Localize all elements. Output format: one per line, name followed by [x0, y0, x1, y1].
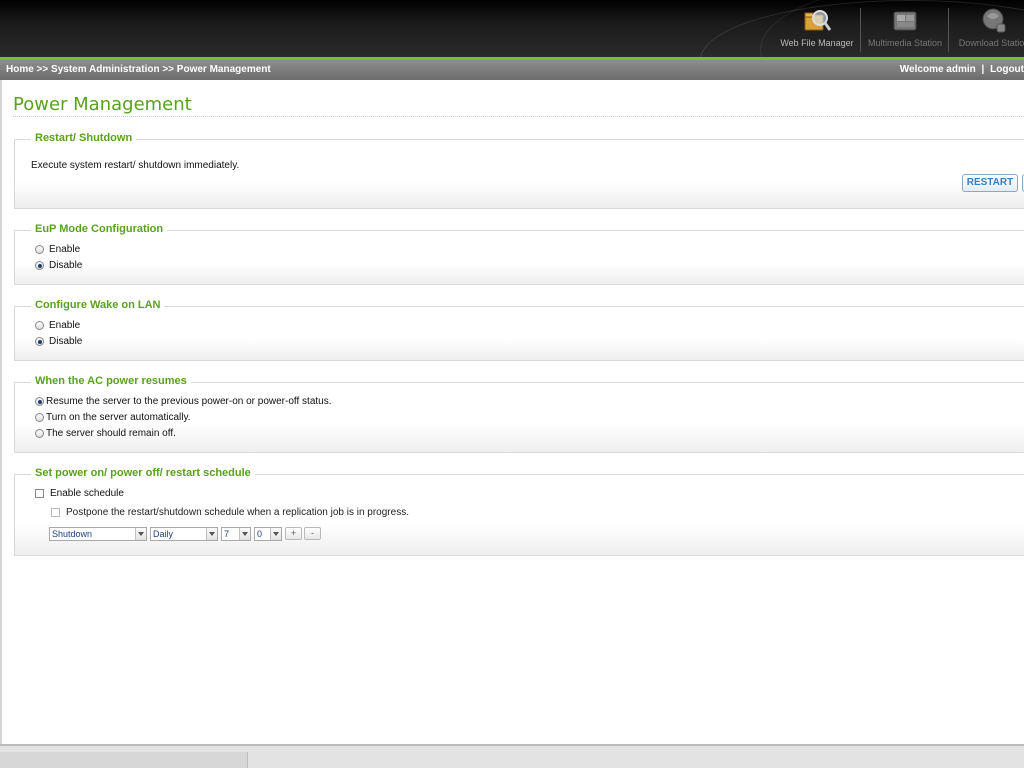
ac-power-legend: When the AC power resumes — [31, 375, 191, 387]
schedule-minute-value: 0 — [257, 529, 263, 539]
user-area: Welcome admin | Logout — [900, 64, 1024, 75]
top-header: Web File Manager Multimedia Station Down… — [0, 0, 1024, 57]
enable-schedule-checkbox[interactable] — [35, 489, 44, 498]
eup-disable-option[interactable]: Disable — [35, 260, 82, 271]
eup-enable-label: Enable — [49, 244, 81, 255]
header-separator — [948, 8, 949, 52]
title-divider — [13, 116, 1024, 117]
restart-shutdown-legend: Restart/ Shutdown — [31, 132, 137, 144]
bottom-status-tab — [0, 752, 248, 768]
restart-button[interactable]: RESTART — [962, 174, 1018, 192]
ac-resume-radio[interactable] — [35, 397, 44, 406]
schedule-minute-select[interactable]: 0 — [254, 527, 282, 541]
logout-link[interactable]: Logout — [990, 64, 1024, 75]
eup-enable-option[interactable]: Enable — [35, 244, 80, 255]
chevron-down-icon — [239, 528, 250, 540]
header-separator — [860, 8, 861, 52]
web-file-manager-icon — [804, 10, 832, 31]
ac-turn-on-label: Turn on the server automatically. — [46, 412, 191, 423]
breadcrumb-bar: Home >> System Administration >> Power M… — [0, 60, 1024, 80]
eup-disable-label: Disable — [49, 260, 83, 271]
bottom-status-bar — [0, 744, 1024, 768]
enable-schedule-label: Enable schedule — [50, 488, 124, 499]
wol-enable-option[interactable]: Enable — [35, 320, 80, 331]
multimedia-station-label: Multimedia Station — [867, 38, 943, 48]
web-file-manager-link[interactable]: Web File Manager — [780, 0, 854, 57]
page-title: Power Management — [13, 94, 192, 115]
wol-enable-radio[interactable] — [35, 321, 44, 330]
schedule-frequency-value: Daily — [153, 529, 174, 539]
wol-enable-label: Enable — [49, 320, 81, 331]
ac-turn-on-radio[interactable] — [35, 413, 44, 422]
schedule-legend: Set power on/ power off/ restart schedul… — [31, 467, 255, 479]
welcome-text: Welcome admin — [899, 64, 976, 75]
user-separator: | — [981, 64, 985, 75]
ac-resume-label: Resume the server to the previous power-… — [46, 396, 332, 407]
restart-description: Execute system restart/ shutdown immedia… — [31, 160, 240, 171]
ac-remain-off-option[interactable]: The server should remain off. — [35, 428, 176, 439]
wol-disable-label: Disable — [49, 336, 83, 347]
eup-disable-radio[interactable] — [35, 261, 44, 270]
ac-remain-off-radio[interactable] — [35, 429, 44, 438]
schedule-hour-select[interactable]: 7 — [221, 527, 251, 541]
main-content: Power Management Restart/ Shutdown Execu… — [0, 80, 1024, 744]
schedule-action-select[interactable]: Shutdown — [49, 527, 147, 541]
ac-resume-option[interactable]: Resume the server to the previous power-… — [35, 396, 332, 407]
schedule-action-value: Shutdown — [52, 529, 93, 539]
remove-schedule-button[interactable]: - — [304, 527, 321, 540]
schedule-hour-value: 7 — [224, 529, 230, 539]
chevron-down-icon — [206, 528, 217, 540]
schedule-row: Shutdown Daily 7 0 + - — [49, 527, 349, 543]
multimedia-station-icon — [893, 11, 917, 31]
download-station-link[interactable]: Download Station — [955, 0, 1024, 57]
download-station-label: Download Station — [958, 38, 1024, 48]
schedule-frequency-select[interactable]: Daily — [150, 527, 218, 541]
wake-on-lan-legend: Configure Wake on LAN — [31, 299, 165, 311]
eup-mode-section: EuP Mode Configuration Enable Disable — [14, 223, 1024, 285]
wake-on-lan-section: Configure Wake on LAN Enable Disable — [14, 299, 1024, 361]
ac-power-section: When the AC power resumes Resume the ser… — [14, 375, 1024, 453]
ac-turn-on-option[interactable]: Turn on the server automatically. — [35, 412, 191, 423]
chevron-down-icon — [270, 528, 281, 540]
wol-disable-option[interactable]: Disable — [35, 336, 82, 347]
enable-schedule-option[interactable]: Enable schedule — [35, 488, 124, 499]
multimedia-station-link[interactable]: Multimedia Station — [866, 0, 944, 57]
ac-remain-off-label: The server should remain off. — [46, 428, 176, 439]
eup-enable-radio[interactable] — [35, 245, 44, 254]
web-file-manager-label: Web File Manager — [780, 38, 854, 48]
download-station-icon — [982, 8, 1006, 33]
chevron-down-icon — [135, 528, 146, 540]
postpone-schedule-label: Postpone the restart/shutdown schedule w… — [66, 507, 409, 518]
breadcrumb[interactable]: Home >> System Administration >> Power M… — [6, 64, 271, 75]
schedule-section: Set power on/ power off/ restart schedul… — [14, 467, 1024, 556]
wol-disable-radio[interactable] — [35, 337, 44, 346]
restart-shutdown-section: Restart/ Shutdown Execute system restart… — [14, 132, 1024, 209]
postpone-schedule-option[interactable]: Postpone the restart/shutdown schedule w… — [51, 507, 409, 518]
postpone-schedule-checkbox[interactable] — [51, 508, 60, 517]
add-schedule-button[interactable]: + — [285, 527, 302, 540]
eup-mode-legend: EuP Mode Configuration — [31, 223, 168, 235]
